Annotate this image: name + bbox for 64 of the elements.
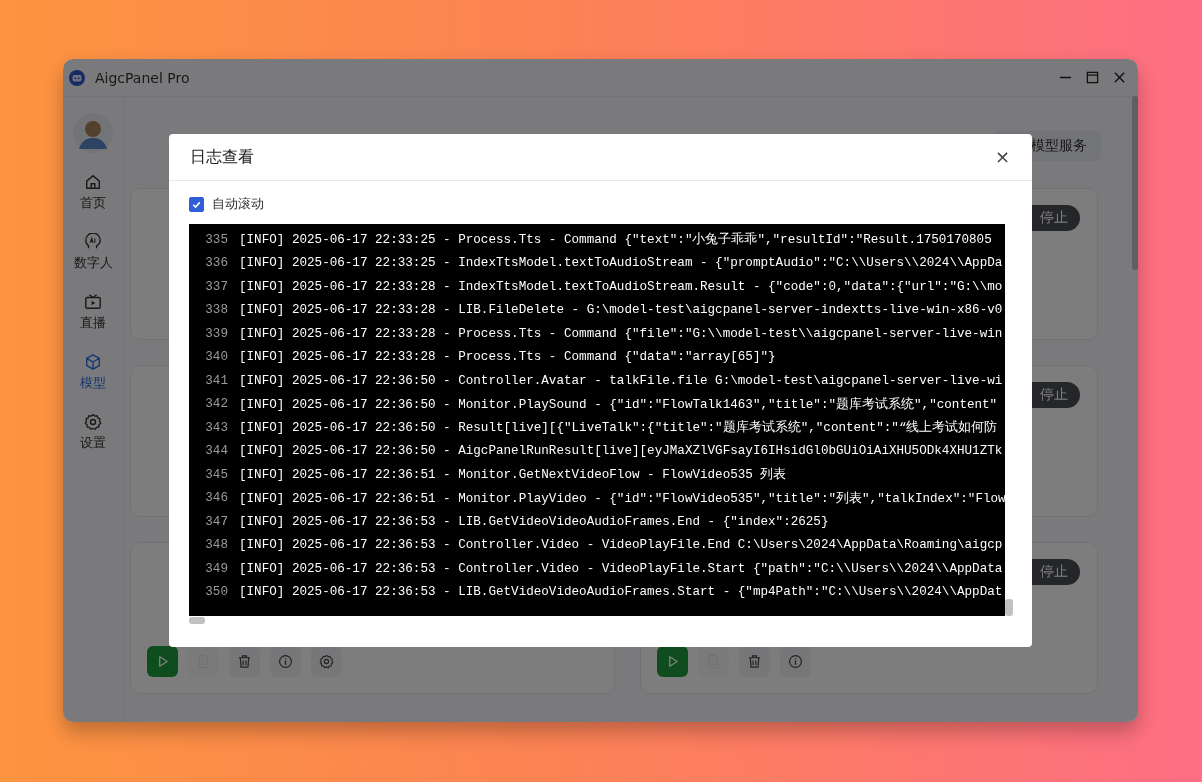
line-number: 341	[204, 373, 228, 388]
log-line: [INFO] 2025-06-17 22:36:51 - Monitor.PlayVideo - {"id":"FlowVideo535","title":"列表","talkIndex":"Flow	[239, 490, 1005, 507]
line-number: 339	[204, 326, 228, 341]
sidebar-item[interactable]: 模型	[78, 343, 108, 402]
line-number: 346	[204, 491, 228, 506]
sidebar-item[interactable]: 设置	[78, 403, 108, 462]
scrollbar-thumb[interactable]	[1005, 599, 1013, 616]
trash-icon	[747, 654, 762, 669]
log-line: [INFO] 2025-06-17 22:36:53 - Controller.Video - VideoPlayFile.Start {"path":"C:\\Users\\2024\\AppData	[239, 561, 1003, 576]
log-line: [INFO] 2025-06-17 22:33:25 - Process.Tts - Command {"text":"小兔子乖乖","resultId":"Result.1750170805	[239, 231, 992, 249]
sidebar-item[interactable]: 直播	[78, 283, 108, 342]
delete-button[interactable]	[229, 646, 260, 677]
scrollbar-thumb[interactable]	[189, 617, 205, 624]
line-number: 335	[204, 232, 228, 247]
checkbox[interactable]	[189, 196, 204, 212]
line-number: 343	[204, 420, 228, 435]
info-icon	[278, 654, 293, 669]
line-number: 338	[204, 303, 228, 318]
line-number: 349	[204, 561, 228, 576]
sidebar-item[interactable]: 首页	[78, 163, 108, 222]
log-line: [INFO] 2025-06-17 22:36:50 - Result[live][{"LiveTalk":{"title":"题库考试系统","content":"“线上考试如何防	[239, 419, 998, 437]
settings-icon	[84, 413, 102, 431]
line-number: 350	[204, 585, 228, 600]
info-icon	[788, 654, 803, 669]
log-line: [INFO] 2025-06-17 22:36:53 - Controller.Video - VideoPlayFile.End C:\Users\2024\AppData\Roaming\aigcp	[239, 538, 1003, 553]
info-button[interactable]	[270, 646, 301, 677]
line-number: 345	[204, 467, 228, 482]
tv-icon	[84, 293, 102, 311]
log-line: [INFO] 2025-06-17 22:36:50 - AigcPanelRunResult[live][eyJMaXZlVGFsayI6IHsidGl0bGUiOiAiXHU5ODk4XHU1ZTk	[239, 444, 1003, 459]
close-icon[interactable]	[1113, 71, 1126, 84]
log-line: [INFO] 2025-06-17 22:36:50 - Controller.Avatar - talkFile.file G:\model-test\aigcpanel-server-live-wi	[239, 373, 1003, 388]
log-line: [INFO] 2025-06-17 22:33:28 - LIB.FileDelete - G:\model-test\aigcpanel-server-indextts-live-win-x86-v0	[239, 303, 1003, 318]
trash-icon	[237, 654, 252, 669]
home-icon	[84, 173, 102, 191]
sidebar-item[interactable]: 数字人	[71, 223, 115, 282]
log-line: [INFO] 2025-06-17 22:36:53 - LIB.GetVideoVideoAudioFrames.Start - {"mp4Path":"C:\\Users\\2024\\AppDat	[239, 585, 1003, 600]
delete-button[interactable]	[739, 646, 770, 677]
cube-icon	[84, 353, 102, 371]
window-title: AigcPanel Pro	[95, 69, 190, 86]
line-number: 337	[204, 279, 228, 294]
checkbox-label: 自动滚动	[212, 195, 264, 213]
app-logo-icon	[69, 69, 85, 86]
line-number: 344	[204, 444, 228, 459]
settings-button[interactable]	[311, 646, 342, 677]
line-number: 348	[204, 538, 228, 553]
avatar[interactable]	[73, 113, 113, 153]
play-button[interactable]	[657, 646, 688, 677]
dialog-title: 日志查看	[190, 146, 254, 168]
log-line: [INFO] 2025-06-17 22:36:53 - LIB.GetVideoVideoAudioFrames.End - {"index":2625}	[239, 514, 829, 529]
ai-head-icon	[84, 233, 102, 251]
log-line: [INFO] 2025-06-17 22:33:25 - IndexTtsModel.textToAudioStream - {"promptAudio":"C:\\Users\\2024\\AppDa	[239, 256, 1003, 271]
info-button[interactable]	[780, 646, 811, 677]
line-number: 342	[204, 397, 228, 412]
log-line: [INFO] 2025-06-17 22:36:51 - Monitor.GetNextVideoFlow - FlowVideo535 列表	[239, 466, 787, 484]
log-line: [INFO] 2025-06-17 22:33:28 - Process.Tts - Command {"file":"G:\\model-test\\aigcpanel-server-live-win	[239, 326, 1003, 341]
line-number: 340	[204, 350, 228, 365]
log-line: [INFO] 2025-06-17 22:33:28 - Process.Tts - Command {"data":"array[65]"}	[239, 350, 776, 365]
scrollbar-thumb[interactable]	[1132, 96, 1138, 270]
maximize-icon[interactable]	[1086, 71, 1099, 84]
line-number: 336	[204, 256, 228, 271]
log-line: [INFO] 2025-06-17 22:33:28 - IndexTtsModel.textToAudioStream.Result - {"code":0,"data":{"url":"G:\\mo	[239, 279, 1003, 294]
log-line: [INFO] 2025-06-17 22:36:50 - Monitor.PlaySound - {"id":"FlowTalk1463","title":"题库考试系统","content"	[239, 396, 998, 413]
line-number: 347	[204, 514, 228, 529]
settings-icon	[319, 654, 334, 669]
